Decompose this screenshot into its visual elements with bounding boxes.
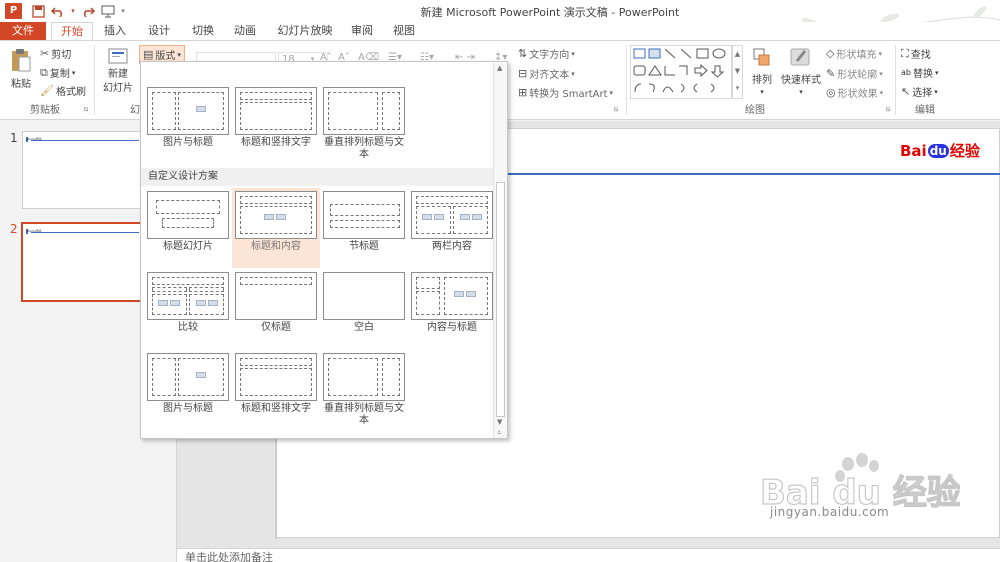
layout-gallery-dropdown: 图片与标题 标题和竖排文字 垂直排列标题与文本 自定义设计方案 标题幻灯片 标题…	[140, 61, 508, 439]
brush-icon: 🖌	[40, 84, 54, 97]
tab-insert[interactable]: 插入	[98, 22, 132, 40]
present-icon[interactable]	[98, 2, 118, 20]
align-text-button[interactable]: ⊟ 对齐文本 ▾	[518, 66, 575, 81]
layout-title-vertical-text-2[interactable]: 标题和竖排文字	[232, 350, 320, 415]
tab-file[interactable]: 文件	[0, 22, 46, 40]
layout-blank[interactable]: 空白	[320, 269, 408, 334]
layout-title-only[interactable]: 仅标题	[232, 269, 320, 334]
group-separator	[895, 45, 896, 115]
title-bar: P ▾ ▾ 新建 Microsoft PowerPoint 演示文稿 - Pow…	[0, 0, 1000, 51]
slide-thumbnail-1[interactable]: Baidu经验	[22, 131, 144, 209]
replace-button[interactable]: ab 替换 ▾	[901, 65, 939, 80]
layout-section-header[interactable]: 节标题	[320, 188, 408, 253]
paint-bucket-icon: ◇	[826, 47, 835, 60]
gallery-scrollbar[interactable]: ▲ ▼ ⩡	[493, 62, 507, 438]
slide-thumbnail-2[interactable]: Baidu经验	[21, 222, 145, 302]
quick-access-toolbar: ▾ ▾	[28, 2, 128, 20]
layout-two-content[interactable]: 两栏内容	[408, 188, 496, 253]
gallery-section-header: 自定义设计方案	[141, 168, 493, 186]
baidu-watermark-icon: Bai du 经验	[760, 453, 960, 514]
redo-icon[interactable]	[78, 2, 98, 20]
copy-button[interactable]: ⧉ 复制 ▾	[40, 65, 75, 81]
pen-icon: ✎	[826, 67, 836, 80]
quick-styles-icon	[790, 48, 810, 66]
customize-qat-icon[interactable]: ▾	[118, 2, 128, 20]
text-direction-button[interactable]: ⇅ 文字方向 ▾	[518, 46, 575, 61]
text-direction-icon: ⇅	[518, 47, 528, 60]
shapes-scroll[interactable]: ▲ ▼ ▾	[732, 45, 743, 99]
editing-group-label: 编辑	[915, 105, 935, 116]
baidu-logo: Bai du 经验	[900, 141, 980, 161]
paragraph-launcher-icon[interactable]: ⧅	[614, 105, 618, 114]
layout-comparison[interactable]: 比较	[144, 269, 232, 334]
replace-icon: ab	[901, 68, 911, 77]
tab-animations[interactable]: 动画	[228, 22, 262, 40]
slide-number: 2	[10, 222, 18, 236]
shapes-icon	[633, 48, 726, 93]
new-slide-button[interactable]: 新建 幻灯片	[100, 47, 136, 95]
watermark-url: jingyan.baidu.com	[770, 505, 890, 519]
slide-number: 1	[10, 131, 18, 145]
layout-vertical-title-text[interactable]: 垂直排列标题与文本	[320, 84, 408, 161]
copy-icon: ⧉	[40, 65, 48, 79]
layout-title-vertical-text[interactable]: 标题和竖排文字	[232, 84, 320, 149]
new-slide-icon	[108, 48, 128, 64]
align-text-icon: ⊟	[518, 67, 528, 80]
select-button[interactable]: ↖ 选择 ▾	[901, 84, 938, 99]
undo-dropdown-icon[interactable]: ▾	[68, 2, 78, 20]
binoculars-icon: ⛶	[901, 46, 909, 60]
scroll-more-icon[interactable]: ⩡	[497, 428, 502, 438]
shapes-gallery[interactable]	[630, 45, 732, 99]
find-button[interactable]: ⛶ 查找	[901, 46, 931, 62]
window-title: 新建 Microsoft PowerPoint 演示文稿 - PowerPoin…	[420, 6, 680, 19]
layout-picture-caption[interactable]: 图片与标题	[144, 84, 232, 149]
cursor-icon: ↖	[901, 85, 911, 98]
smartart-button[interactable]: ⊞ 转换为 SmartArt ▾	[518, 85, 613, 100]
notes-pane[interactable]: 单击此处添加备注	[177, 548, 1000, 562]
scroll-up-icon[interactable]: ▲	[497, 64, 502, 72]
format-painter-button[interactable]: 🖌 格式刷	[40, 83, 86, 98]
cut-button[interactable]: ✂ 剪切	[40, 46, 71, 61]
shape-effects-button[interactable]: ◎ 形状效果 ▾	[826, 85, 883, 100]
quick-styles-button[interactable]: 快速样式 ▾	[780, 47, 822, 96]
arrange-icon	[753, 48, 770, 66]
clipboard-group-label: 剪贴板	[30, 105, 60, 116]
effects-icon: ◎	[826, 86, 836, 99]
group-separator	[94, 45, 95, 115]
save-icon[interactable]	[28, 2, 48, 20]
tab-review[interactable]: 审阅	[345, 22, 379, 40]
tab-view[interactable]: 视图	[387, 22, 421, 40]
drawing-group-label: 绘图	[745, 105, 765, 116]
layout-content-caption[interactable]: 内容与标题	[408, 269, 496, 334]
powerpoint-logo-icon: P	[5, 3, 22, 19]
ribbon-tabs: 文件 开始 插入 设计 切换 动画 幻灯片放映 审阅 视图	[0, 22, 1000, 41]
scroll-down-icon[interactable]: ▼	[497, 418, 502, 426]
layout-title-content[interactable]: 标题和内容	[232, 188, 320, 268]
tab-home[interactable]: 开始	[51, 22, 93, 41]
layout-icon: ▤	[143, 48, 154, 61]
tab-slideshow[interactable]: 幻灯片放映	[273, 22, 337, 40]
layout-picture-caption-2[interactable]: 图片与标题	[144, 350, 232, 415]
paste-icon	[12, 49, 31, 72]
arrange-button[interactable]: 排列 ▾	[750, 47, 774, 96]
scroll-thumb[interactable]	[496, 182, 505, 417]
paste-button[interactable]: 粘贴	[6, 47, 36, 90]
tab-design[interactable]: 设计	[142, 22, 176, 40]
paw-icon: du	[927, 143, 949, 158]
scissors-icon: ✂	[40, 47, 50, 60]
tab-transitions[interactable]: 切换	[186, 22, 220, 40]
layout-vertical-title-text-2[interactable]: 垂直排列标题与文本	[320, 350, 408, 427]
smartart-icon: ⊞	[518, 86, 528, 99]
shape-fill-button[interactable]: ◇ 形状填充 ▾	[826, 46, 882, 61]
layout-title-slide[interactable]: 标题幻灯片	[144, 188, 232, 253]
drawing-launcher-icon[interactable]: ⧅	[886, 105, 890, 114]
clipboard-launcher-icon[interactable]: ⧅	[84, 105, 88, 114]
shape-outline-button[interactable]: ✎ 形状轮廓 ▾	[826, 66, 883, 81]
undo-icon[interactable]	[48, 2, 68, 20]
group-separator	[626, 45, 627, 115]
